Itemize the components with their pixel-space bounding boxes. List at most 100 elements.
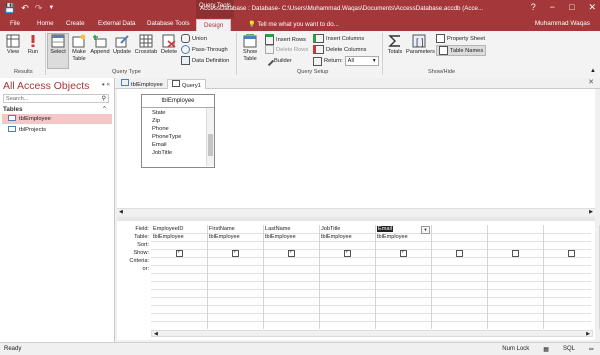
return-dropdown[interactable]: All ▼	[344, 56, 379, 66]
nav-section-tables[interactable]: Tables ⌃	[3, 106, 111, 113]
user-name[interactable]: Muhammad Waqas	[535, 20, 590, 27]
grid-field-cell[interactable]: JobTitle	[321, 226, 340, 232]
design-view-icon[interactable]: ✏	[589, 346, 594, 353]
redo-icon[interactable]: ↷	[35, 3, 43, 14]
insert-rows-button[interactable]: Insert Rows	[265, 34, 306, 45]
tab-database-tools[interactable]: Database Tools	[147, 20, 190, 27]
customize-qat-icon[interactable]: ▼	[48, 5, 54, 14]
parameters-button[interactable]: [ ] Parameters	[406, 34, 435, 56]
nav-item-tblprojects[interactable]: tblProjects	[2, 125, 112, 135]
property-sheet-button[interactable]: Property Sheet	[436, 34, 485, 43]
show-checkbox[interactable]	[456, 250, 463, 257]
tab-external-data[interactable]: External Data	[98, 20, 136, 27]
delete-columns-button[interactable]: Delete Columns	[313, 45, 366, 54]
field-list-scrollbar[interactable]	[206, 108, 214, 166]
close-document-icon[interactable]: ✕	[588, 78, 594, 86]
run-icon	[31, 35, 35, 47]
sql-view-button[interactable]: SQL	[563, 346, 575, 353]
nav-item-tblemployee[interactable]: tblEmployee	[2, 114, 112, 124]
tell-me-text: Tell me what you want to do...	[257, 21, 339, 28]
parameters-icon: [ ]	[412, 34, 426, 48]
restore-button[interactable]: □	[569, 2, 574, 13]
delete-query-button[interactable]: Delete	[160, 34, 178, 56]
table-names-button[interactable]: Table Names	[436, 45, 487, 56]
save-icon[interactable]: 💾	[4, 3, 15, 14]
field-list-tblemployee[interactable]: tblEmployee State Zip Phone PhoneType Em…	[141, 94, 215, 168]
nav-pane-title[interactable]: All Access Objects	[3, 80, 89, 92]
undo-icon[interactable]: ↶	[21, 3, 29, 14]
builder-button[interactable]: Builder	[262, 54, 292, 67]
show-table-button[interactable]: Show Table	[239, 34, 261, 62]
field-list-item[interactable]: Zip	[142, 117, 206, 125]
crosstab-button[interactable]: Crosstab	[134, 34, 158, 56]
scroll-right-icon[interactable]: ▶	[589, 209, 593, 215]
grid-column[interactable]: FirstName tblEmployee	[207, 225, 264, 329]
grid-field-cell[interactable]: Email	[377, 226, 393, 232]
select-button[interactable]: Select	[47, 33, 69, 69]
datasheet-view-icon[interactable]: ▦	[543, 346, 549, 353]
field-list-item[interactable]: Phone	[142, 125, 206, 133]
scroll-right-icon[interactable]: ▶	[586, 331, 590, 337]
field-list-title[interactable]: tblEmployee	[142, 95, 214, 108]
grid-table-cell[interactable]: tblEmployee	[209, 234, 240, 240]
doc-tab-tblemployee[interactable]: tblEmployee	[117, 79, 167, 88]
field-list-item[interactable]: State	[142, 109, 206, 117]
shutter-bar-icon[interactable]: «	[107, 82, 110, 88]
totals-button[interactable]: Totals	[385, 34, 405, 56]
grid-horizontal-scrollbar[interactable]: ◀ ▶	[151, 330, 593, 337]
minimize-button[interactable]: −	[550, 2, 555, 13]
insert-columns-button[interactable]: Insert Columns	[313, 34, 364, 43]
grid-table-cell[interactable]: tblEmployee	[265, 234, 296, 240]
delete-rows-button[interactable]: Delete Rows	[265, 45, 308, 54]
status-text: Ready	[4, 346, 22, 352]
field-list-item[interactable]: JobTitle	[142, 149, 206, 157]
tab-home[interactable]: Home	[37, 20, 54, 27]
grid-column[interactable]: EmployeeID tblEmployee	[151, 225, 208, 329]
tell-me-box[interactable]: 💡 Tell me what you want to do...	[248, 20, 339, 28]
tab-file[interactable]: File	[10, 20, 20, 27]
show-checkbox[interactable]	[400, 250, 407, 257]
doc-tab-query1[interactable]: Query1	[167, 79, 207, 89]
grid-table-cell[interactable]: tblEmployee	[377, 234, 408, 240]
grid-field-cell[interactable]: FirstName	[209, 226, 235, 232]
show-checkbox[interactable]	[176, 250, 183, 257]
update-icon	[115, 35, 129, 48]
field-list-item[interactable]: Email	[142, 141, 206, 149]
grid-column[interactable]: LastName tblEmployee	[263, 225, 320, 329]
scroll-left-icon[interactable]: ◀	[154, 331, 158, 337]
pass-through-button[interactable]: Pass-Through	[181, 45, 228, 54]
make-table-button[interactable]: Make Table	[69, 34, 89, 62]
grid-column[interactable]	[431, 225, 488, 329]
grid-table-cell[interactable]: tblEmployee	[321, 234, 352, 240]
grid-column[interactable]: JobTitle tblEmployee	[319, 225, 376, 329]
scrollbar-thumb[interactable]	[208, 134, 213, 156]
tab-create[interactable]: Create	[66, 20, 85, 27]
update-button[interactable]: Update	[111, 34, 133, 56]
nav-search-input[interactable]: Search... ⚲	[3, 94, 109, 103]
grid-field-cell[interactable]: EmployeeID	[153, 226, 183, 232]
show-checkbox[interactable]	[288, 250, 295, 257]
help-button[interactable]: ?	[531, 2, 536, 13]
close-button[interactable]: ✕	[588, 2, 596, 13]
union-button[interactable]: Union	[181, 34, 207, 43]
show-checkbox[interactable]	[344, 250, 351, 257]
collapse-ribbon-icon[interactable]: ▲	[590, 68, 596, 74]
field-list-item[interactable]: PhoneType	[142, 133, 206, 141]
grid-column[interactable]	[543, 225, 600, 329]
chevron-down-icon[interactable]: ▼	[421, 226, 430, 234]
show-checkbox[interactable]	[232, 250, 239, 257]
append-button[interactable]: Append	[90, 34, 110, 56]
table-pane-scrollbar[interactable]: ◀ ▶	[117, 208, 595, 217]
view-button[interactable]: View	[3, 34, 23, 56]
run-button[interactable]: Run	[25, 34, 41, 56]
query-table-pane[interactable]: tblEmployee State Zip Phone PhoneType Em…	[117, 89, 595, 215]
nav-menu-icon[interactable]: ◕	[101, 82, 105, 88]
show-checkbox[interactable]	[512, 250, 519, 257]
grid-table-cell[interactable]: tblEmployee	[153, 234, 184, 240]
scroll-left-icon[interactable]: ◀	[119, 209, 123, 215]
grid-column[interactable]: ▼ Email tblEmployee	[375, 225, 432, 329]
grid-field-cell[interactable]: LastName	[265, 226, 291, 232]
data-definition-button[interactable]: Data Definition	[181, 56, 229, 65]
grid-column[interactable]	[487, 225, 544, 329]
show-checkbox[interactable]	[568, 250, 575, 257]
